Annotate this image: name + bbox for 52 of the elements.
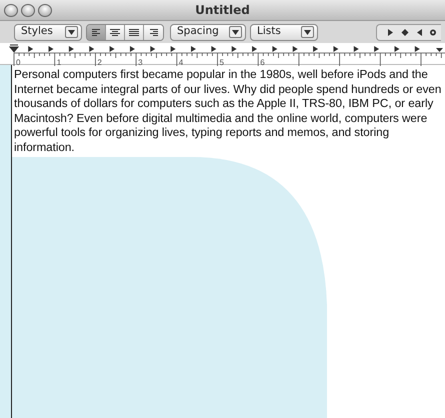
tab-marker-icon[interactable]: [414, 46, 420, 52]
caret-icon: [68, 30, 75, 34]
caret-icon: [232, 30, 239, 34]
tab-marker-icon[interactable]: [252, 46, 258, 52]
tab-marker-icon[interactable]: [28, 46, 34, 52]
align-justify-button[interactable]: [125, 24, 144, 40]
tab-marker-icon[interactable]: [232, 46, 237, 52]
decimal-tab-button[interactable]: [429, 28, 437, 36]
center-tab-button[interactable]: [401, 28, 409, 36]
popup-button[interactable]: Styles: [14, 24, 82, 40]
tab-marker-icon[interactable]: [190, 46, 196, 52]
tab-marker-icon[interactable]: [110, 46, 115, 52]
align-center-button[interactable]: [106, 24, 125, 40]
caret-icon: [304, 30, 311, 34]
ruler-number: 6: [260, 58, 265, 66]
align-center-icon: [110, 28, 120, 36]
close-button[interactable]: [4, 4, 18, 16]
right-tab-button[interactable]: [415, 28, 423, 36]
tab-marker-icon[interactable]: [170, 46, 176, 52]
align-justify-icon: [129, 28, 139, 36]
right-margin-marker-icon[interactable]: [436, 48, 443, 52]
left-tab-button[interactable]: [387, 28, 395, 36]
indent-marker-icon[interactable]: [10, 44, 20, 52]
tab-marker-icon[interactable]: [354, 46, 359, 52]
ruler-number: 1: [56, 58, 62, 66]
ruler-number: 4: [178, 58, 184, 66]
popup-button[interactable]: Spacing: [170, 24, 246, 40]
align-right-button[interactable]: [144, 24, 163, 40]
minimize-button[interactable]: [21, 4, 35, 16]
ruler-number: 0: [16, 58, 20, 66]
tab-marker-icon[interactable]: [68, 46, 74, 52]
popup-button[interactable]: Lists: [250, 24, 318, 40]
tab-marker-icon[interactable]: [89, 46, 94, 52]
tab-marker-icon[interactable]: [150, 46, 156, 52]
document-text: Personal computers first became popular in the 1980s, well before iPods and the Internet became integral parts of our lives. Why did people spend hundreds or even thousands of dollars for computers such as the Apple II, TRS-80, IBM PC, or early Macintosh? Even before digital multimedia and the online world, computers were powerful tools for organizing lives, typing reports and memos, and storing information.: [13, 67, 442, 155]
window-title: Untitled: [195, 3, 250, 17]
tab-marker-icon[interactable]: [292, 46, 298, 52]
align-left-button[interactable]: [87, 24, 106, 40]
tab-marker-icon[interactable]: [272, 46, 278, 52]
tab-marker-icon[interactable]: [394, 46, 400, 52]
ruler-number: 5: [220, 58, 224, 66]
align-right-icon: [148, 28, 158, 36]
tab-marker-icon[interactable]: [333, 46, 338, 52]
tab-marker-icon[interactable]: [313, 46, 318, 52]
tab-marker-icon[interactable]: [374, 46, 380, 52]
ruler-number: 3: [138, 58, 143, 66]
tab-marker-icon[interactable]: [211, 46, 216, 52]
tab-marker-icon[interactable]: [48, 46, 54, 52]
ruler-number: 2: [97, 58, 102, 66]
zoom-button[interactable]: [38, 4, 52, 16]
tab-marker-icon[interactable]: [130, 46, 135, 52]
align-left-icon: [91, 28, 101, 36]
